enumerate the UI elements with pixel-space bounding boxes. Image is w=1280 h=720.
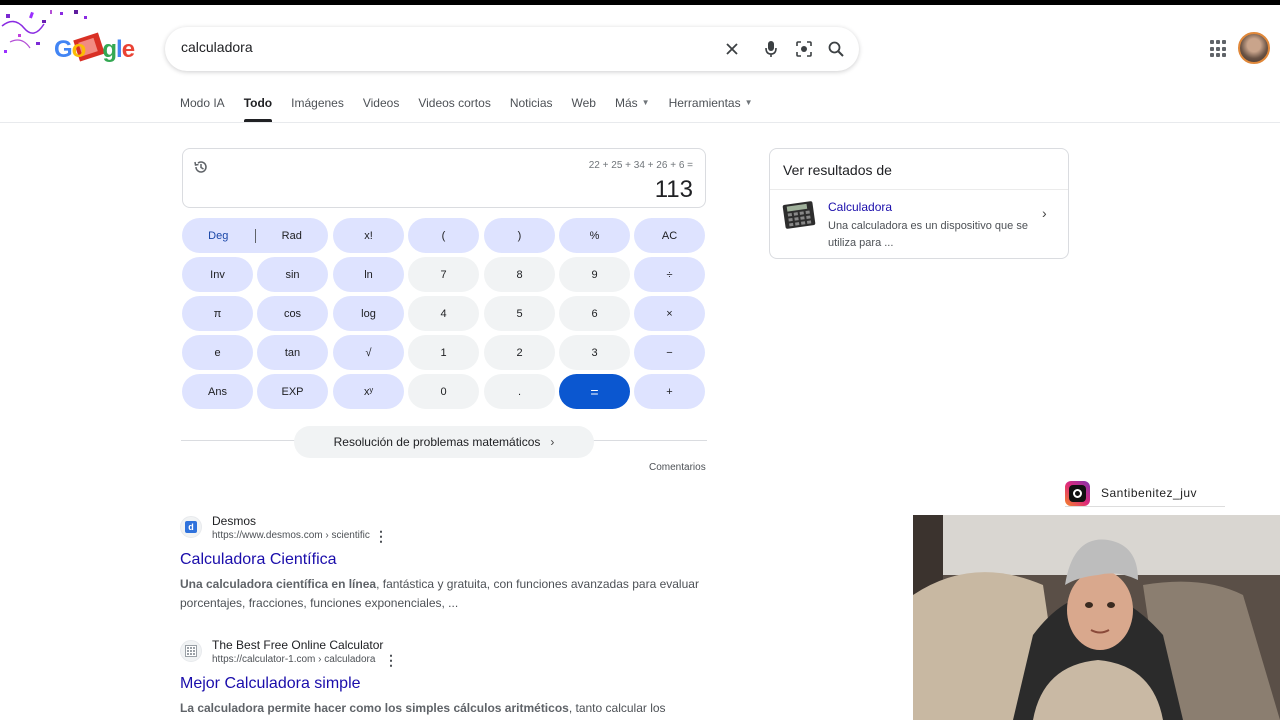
top-black-bar (0, 0, 1280, 5)
divide-key[interactable]: ÷ (634, 257, 705, 292)
factorial-key[interactable]: x! (333, 218, 404, 253)
all-clear-key[interactable]: AC (634, 218, 705, 253)
card-divider (770, 189, 1068, 190)
instagram-tag: Santibenitez_juv (1065, 480, 1225, 507)
tab-web[interactable]: Web (572, 96, 596, 122)
deg-rad-toggle[interactable]: Deg Rad (182, 218, 328, 253)
result-snippet: Una calculadora científica en línea, fan… (180, 577, 699, 610)
result-url[interactable]: https://calculator-1.com › calculadora (212, 654, 375, 665)
search-tabs: Modo IA Todo Imágenes Videos Videos cort… (180, 96, 772, 122)
digit-0-key[interactable]: 0 (408, 374, 479, 409)
tab-noticias[interactable]: Noticias (510, 96, 553, 122)
tab-mas[interactable]: Más ▼ (615, 96, 650, 122)
sin-key[interactable]: sin (257, 257, 328, 292)
more-options-icon[interactable]: ⋮ (374, 528, 388, 545)
left-paren-key[interactable]: ( (408, 218, 479, 253)
card-entity-name[interactable]: Calculadora (828, 200, 892, 214)
subtract-key[interactable]: − (634, 335, 705, 370)
exp-key[interactable]: EXP (257, 374, 328, 409)
see-results-about-card: Ver resultados de Calculadora Una calcul… (769, 148, 1069, 259)
sqrt-key[interactable]: √ (333, 335, 404, 370)
ln-key[interactable]: ln (333, 257, 404, 292)
result-site-name[interactable]: The Best Free Online Calculator (212, 638, 383, 652)
digit-2-key[interactable]: 2 (484, 335, 555, 370)
power-key[interactable]: xʸ (333, 374, 404, 409)
result-site-name[interactable]: Desmos (212, 514, 256, 528)
math-solver-label: Resolución de problemas matemáticos (333, 435, 541, 449)
tan-key[interactable]: tan (257, 335, 328, 370)
card-entity-description: Una calculadora es un dispositivo que se… (828, 220, 1028, 249)
search-bar[interactable] (165, 27, 859, 71)
rad-key[interactable]: Rad (256, 230, 329, 242)
digit-3-key[interactable]: 3 (559, 335, 630, 370)
digit-5-key[interactable]: 5 (484, 296, 555, 331)
result-title[interactable]: Calculadora Científica (180, 551, 337, 569)
webcam-video (913, 515, 1280, 720)
chevron-right-icon: › (550, 435, 555, 449)
e-key[interactable]: e (182, 335, 253, 370)
chevron-right-icon[interactable]: › (1042, 205, 1047, 221)
result-url[interactable]: https://www.desmos.com › scientific (212, 530, 370, 541)
more-options-icon[interactable]: ⋮ (384, 652, 398, 669)
digit-4-key[interactable]: 4 (408, 296, 479, 331)
google-doodle-logo[interactable]: Go gle (0, 6, 140, 76)
instagram-handle: Santibenitez_juv (1101, 486, 1198, 500)
microphone-icon[interactable] (761, 39, 781, 59)
right-paren-key[interactable]: ) (484, 218, 555, 253)
digit-6-key[interactable]: 6 (559, 296, 630, 331)
history-icon[interactable] (193, 159, 209, 175)
result-snippet: La calculadora permite hacer como los si… (180, 701, 666, 715)
math-solver-button[interactable]: Resolución de problemas matemáticos › (294, 426, 594, 458)
avatar[interactable] (1238, 32, 1270, 64)
tab-todo[interactable]: Todo (243, 96, 273, 122)
tab-videos-cortos[interactable]: Videos cortos (418, 96, 491, 122)
result-title[interactable]: Mejor Calculadora simple (180, 675, 361, 693)
instagram-icon (1065, 480, 1090, 506)
ans-key[interactable]: Ans (182, 374, 253, 409)
digit-1-key[interactable]: 1 (408, 335, 479, 370)
calculator-favicon (180, 640, 202, 662)
google-apps-icon[interactable] (1210, 40, 1228, 58)
log-key[interactable]: log (333, 296, 404, 331)
digit-9-key[interactable]: 9 (559, 257, 630, 292)
deg-key[interactable]: Deg (182, 230, 255, 242)
cos-key[interactable]: cos (257, 296, 328, 331)
calculator-expression: 22 + 25 + 34 + 26 + 6 = (588, 160, 693, 171)
digit-8-key[interactable]: 8 (484, 257, 555, 292)
calculator-display: 22 + 25 + 34 + 26 + 6 = 113 (182, 148, 706, 208)
logo-text: Go gle (54, 36, 135, 63)
search-icon[interactable] (826, 39, 846, 59)
add-key[interactable]: + (634, 374, 705, 409)
caret-down-icon: ▼ (641, 98, 650, 107)
lens-icon[interactable] (794, 39, 814, 59)
equals-key[interactable]: = (559, 374, 630, 409)
tab-videos[interactable]: Videos (363, 96, 399, 122)
tabs-divider (0, 122, 1280, 123)
inverse-key[interactable]: Inv (182, 257, 253, 292)
close-icon[interactable] (722, 39, 742, 59)
caret-down-icon: ▼ (744, 98, 753, 107)
calculator-result: 113 (654, 176, 693, 203)
decimal-key[interactable]: . (484, 374, 555, 409)
search-input[interactable] (181, 39, 701, 55)
calculator-image[interactable] (782, 199, 816, 231)
digit-7-key[interactable]: 7 (408, 257, 479, 292)
multiply-key[interactable]: × (634, 296, 705, 331)
tab-modo-ia[interactable]: Modo IA (180, 96, 225, 122)
tab-imagenes[interactable]: Imágenes (291, 96, 344, 122)
feedback-link[interactable]: Comentarios (649, 462, 706, 473)
pi-key[interactable]: π (182, 296, 253, 331)
desmos-favicon: d (180, 516, 202, 538)
tab-herramientas[interactable]: Herramientas ▼ (669, 96, 753, 122)
card-header: Ver resultados de (783, 162, 892, 178)
percent-key[interactable]: % (559, 218, 630, 253)
